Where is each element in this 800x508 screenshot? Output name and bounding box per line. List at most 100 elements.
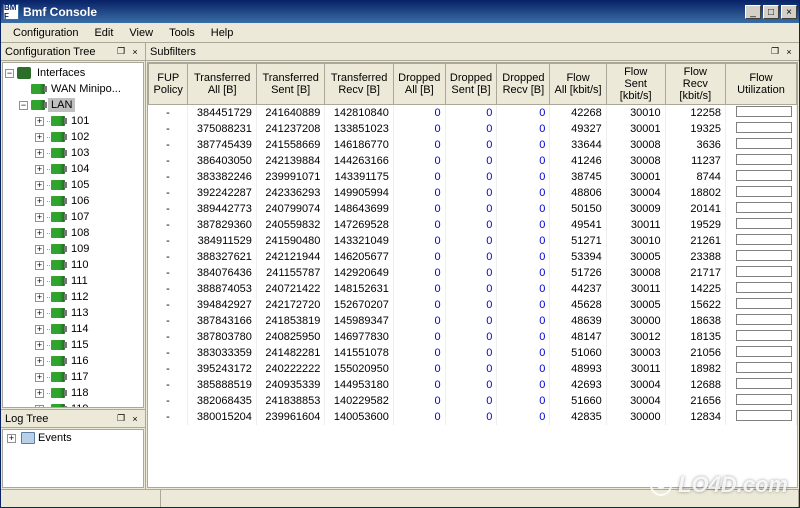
col-fu[interactable]: FlowUtilization: [725, 64, 796, 105]
col-fs[interactable]: FlowSent [kbit/s]: [606, 64, 665, 105]
expand-icon[interactable]: +: [35, 181, 44, 190]
close-button[interactable]: ×: [781, 5, 797, 19]
panel-close-icon[interactable]: ×: [783, 46, 795, 58]
menu-view[interactable]: View: [121, 25, 161, 41]
table-row[interactable]: -384451729241640889142810840000422683001…: [149, 105, 797, 122]
tree-item-106[interactable]: +··106: [3, 193, 143, 209]
expand-icon[interactable]: +: [35, 341, 44, 350]
tree-item-114[interactable]: +··114: [3, 321, 143, 337]
util-bar: [736, 346, 792, 357]
expand-icon[interactable]: +: [35, 325, 44, 334]
table-row[interactable]: -382068435241838853140229582000516603000…: [149, 393, 797, 409]
table-row[interactable]: -387745439241558669146186770000336443000…: [149, 137, 797, 153]
collapse-icon[interactable]: −: [5, 69, 14, 78]
col-dr[interactable]: DroppedRecv [B]: [497, 64, 550, 105]
tree-item-116[interactable]: +··116: [3, 353, 143, 369]
tree-item-111[interactable]: +··111: [3, 273, 143, 289]
tree-item-108[interactable]: +··108: [3, 225, 143, 241]
col-ds[interactable]: DroppedSent [B]: [445, 64, 497, 105]
expand-icon[interactable]: +: [35, 261, 44, 270]
table-row[interactable]: -384911529241590480143321049000512713001…: [149, 233, 797, 249]
table-row[interactable]: -387829360240559832147269528000495413001…: [149, 217, 797, 233]
col-ta[interactable]: TransferredAll [B]: [188, 64, 256, 105]
expand-icon[interactable]: +: [35, 133, 44, 142]
config-tree[interactable]: −InterfacesWAN Minipo...−LAN+··101+··102…: [2, 62, 144, 408]
table-row[interactable]: -385888519240935339144953180000426933000…: [149, 377, 797, 393]
tree-item-110[interactable]: +··110: [3, 257, 143, 273]
tree-item-107[interactable]: +··107: [3, 209, 143, 225]
expand-icon[interactable]: +: [35, 405, 44, 409]
table-row[interactable]: -395243172240222222155020950000489933001…: [149, 361, 797, 377]
expand-icon[interactable]: +: [35, 229, 44, 238]
col-fup[interactable]: FUPPolicy: [149, 64, 188, 105]
table-row[interactable]: -389442773240799074148643699000501503000…: [149, 201, 797, 217]
col-da[interactable]: DroppedAll [B]: [393, 64, 445, 105]
tree-item-104[interactable]: +··104: [3, 161, 143, 177]
tree-wan-miniport[interactable]: WAN Minipo...: [3, 81, 143, 97]
table-row[interactable]: -388327621242121944146205677000533943000…: [149, 249, 797, 265]
table-row[interactable]: -392242287242336293149905994000488063000…: [149, 185, 797, 201]
tree-interfaces[interactable]: −Interfaces: [3, 65, 143, 81]
cell-ds: 0: [445, 153, 497, 169]
expand-icon[interactable]: +: [35, 293, 44, 302]
undock-icon[interactable]: ❐: [115, 413, 127, 425]
menu-edit[interactable]: Edit: [86, 25, 121, 41]
table-row[interactable]: -375088231241237208133851023000493273000…: [149, 121, 797, 137]
expand-icon[interactable]: +: [35, 197, 44, 206]
log-tree[interactable]: + Events: [2, 429, 144, 488]
table-row[interactable]: -383382246239991071143391175000387453000…: [149, 169, 797, 185]
menu-help[interactable]: Help: [203, 25, 242, 41]
expand-icon[interactable]: +: [35, 149, 44, 158]
expand-icon[interactable]: +: [35, 309, 44, 318]
tree-item-112[interactable]: +··112: [3, 289, 143, 305]
nic-icon: [51, 324, 65, 334]
expand-icon[interactable]: +: [35, 245, 44, 254]
subfilters-header[interactable]: Subfilters ❐ ×: [146, 43, 799, 61]
tree-lan[interactable]: −LAN: [3, 97, 143, 113]
table-row[interactable]: -380015204239961604140053600000428353000…: [149, 409, 797, 425]
expand-icon[interactable]: +: [35, 165, 44, 174]
tree-item-105[interactable]: +··105: [3, 177, 143, 193]
maximize-button[interactable]: □: [763, 5, 779, 19]
table-row[interactable]: -387843166241853819145989347000486393000…: [149, 313, 797, 329]
tree-item-109[interactable]: +··109: [3, 241, 143, 257]
expand-icon[interactable]: +: [35, 357, 44, 366]
expand-icon[interactable]: +: [35, 389, 44, 398]
table-row[interactable]: -387803780240825950146977830000481473001…: [149, 329, 797, 345]
collapse-icon[interactable]: −: [19, 101, 28, 110]
tree-item-117[interactable]: +··117: [3, 369, 143, 385]
expand-icon[interactable]: +: [7, 434, 16, 443]
minimize-button[interactable]: _: [745, 5, 761, 19]
tree-item-118[interactable]: +··118: [3, 385, 143, 401]
col-fa[interactable]: FlowAll [kbit/s]: [550, 64, 606, 105]
log-item-events[interactable]: + Events: [5, 432, 141, 444]
col-fr[interactable]: FlowRecv [kbit/s]: [665, 64, 725, 105]
tree-item-103[interactable]: +··103: [3, 145, 143, 161]
tree-item-113[interactable]: +··113: [3, 305, 143, 321]
titlebar[interactable]: BM F Bmf Console _ □ ×: [1, 1, 799, 23]
table-row[interactable]: -384076436241155787142920649000517263000…: [149, 265, 797, 281]
expand-icon[interactable]: +: [35, 277, 44, 286]
tree-item-119[interactable]: +··119: [3, 401, 143, 408]
table-row[interactable]: -388874053240721422148152631000442373001…: [149, 281, 797, 297]
col-ts[interactable]: TransferredSent [B]: [256, 64, 324, 105]
tree-item-115[interactable]: +··115: [3, 337, 143, 353]
undock-icon[interactable]: ❐: [115, 46, 127, 58]
tree-item-101[interactable]: +··101: [3, 113, 143, 129]
menu-configuration[interactable]: Configuration: [5, 25, 86, 41]
panel-close-icon[interactable]: ×: [129, 46, 141, 58]
tree-item-102[interactable]: +··102: [3, 129, 143, 145]
table-row[interactable]: -394842927242172720152670207000456283000…: [149, 297, 797, 313]
panel-close-icon[interactable]: ×: [129, 413, 141, 425]
expand-icon[interactable]: +: [35, 117, 44, 126]
expand-icon[interactable]: +: [35, 213, 44, 222]
undock-icon[interactable]: ❐: [769, 46, 781, 58]
menu-tools[interactable]: Tools: [161, 25, 203, 41]
table-row[interactable]: -386403050242139884144263166000412463000…: [149, 153, 797, 169]
col-tr[interactable]: TransferredRecv [B]: [325, 64, 393, 105]
expand-icon[interactable]: +: [35, 373, 44, 382]
subfilters-grid[interactable]: FUPPolicyTransferredAll [B]TransferredSe…: [147, 62, 798, 488]
log-tree-header[interactable]: Log Tree ❐ ×: [1, 410, 145, 428]
table-row[interactable]: -383033359241482281141551078000510603000…: [149, 345, 797, 361]
config-tree-header[interactable]: Configuration Tree ❐ ×: [1, 43, 145, 61]
